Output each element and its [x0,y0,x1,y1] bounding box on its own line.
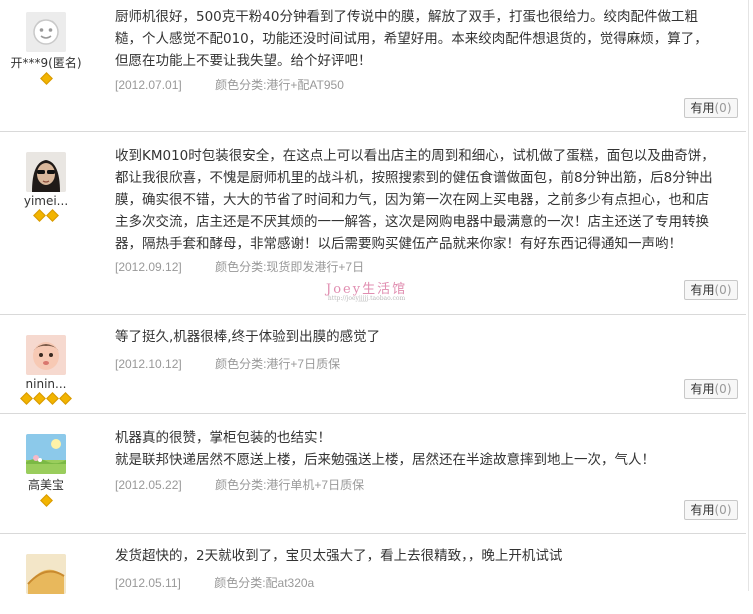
diamond-icon [39,72,53,85]
review-spec: 颜色分类:配at320a [214,576,315,590]
review-line: 都让我很欣喜，不愧是厨师机里的战斗机，按照搜索到的健伍食谱做面包，前8分钟出筋，… [115,170,713,186]
review-line: 厨师机很好，500克干粉40分钟看到了传说中的膜，解放了双手，打蛋也很给力。绞肉… [115,9,698,25]
watermark-url: http://joeyjjjjj.taobao.com [327,295,406,302]
diamond-icon [20,392,33,405]
reviewer-level [0,72,92,85]
useful-count: (0) [714,101,732,115]
diamond-icon [46,392,59,405]
reviewer-name: 高美宝 [27,478,64,492]
review-meta: [2012.07.01] 颜色分类:港行+配AT950 [115,76,344,93]
reviewer: yimei... [0,152,92,222]
review-line: 机器真的很赞，掌柜包装的也结实！ [115,430,331,446]
review-item: 发货超快的，2天就收到了，宝贝太强大了，看上去很精致，，晚上开机试试 [2012… [0,534,746,614]
review-spec: 颜色分类:现货即发港行+7日 [215,260,365,274]
review-date: [2012.10.12] [115,357,182,371]
review-line: 器，隔热手套和酵母，非常感谢！以后需要购买健伍产品就来你家！有好东西记得通知一声… [115,236,682,252]
watermark: Joey生活馆 http://joeyjjjjj.taobao.com [326,278,407,302]
review-meta: [2012.09.12] 颜色分类:现货即发港行+7日 [115,258,364,275]
review-line: 膜，确实很不错，大大的节省了时间和力气，因为第一次在网上买电器，之前多少有点担心… [115,192,709,208]
reviewer-name: yimei... [23,194,69,208]
diamond-icon [59,392,72,405]
useful-count: (0) [714,503,732,517]
reviewer-name: ninin... [25,377,67,391]
review-line: 糙，个人感觉不配010，功能还没时间试用，希望好用。本来绞肉配件想退货的，觉得麻… [115,31,708,47]
useful-count: (0) [714,382,732,396]
useful-button[interactable]: 有用(0) [684,98,738,118]
review-line: 收到KM010时包装很安全，在这点上可以看出店主的周到和细心，试机做了蛋糕，面包… [115,148,715,164]
review-date: [2012.05.11] [115,576,181,590]
review-date: [2012.05.22] [115,478,182,492]
review-line: 主多次交流，店主还是不厌其烦的一一解答，这次是网购电器中最满意的一次！店主还送了… [115,214,709,230]
useful-count: (0) [714,283,732,297]
review-spec: 颜色分类:港行+7日质保 [215,357,341,371]
useful-button[interactable]: 有用(0) [684,379,738,399]
default-face-icon[interactable] [26,12,66,52]
useful-button[interactable]: 有用(0) [684,280,738,300]
right-divider [748,0,749,591]
review-text: 机器真的很赞，掌柜包装的也结实！ 就是联邦快递居然不愿送上楼，后来勉强送上楼，居… [115,427,734,471]
useful-label: 有用 [690,283,715,297]
review-text: 等了挺久,机器很棒,终于体验到出膜的感觉了 [115,326,734,348]
review-spec: 颜色分类:港行+配AT950 [215,78,344,92]
review-text: 厨师机很好，500克干粉40分钟看到了传说中的膜，解放了双手，打蛋也很给力。绞肉… [115,6,734,72]
reviewer [0,554,92,594]
cake-avatar-icon[interactable] [26,554,66,594]
review-item: ninin... 等了挺久,机器很棒,终于体验到出膜的感觉了 [2012.10.… [0,315,746,414]
reviewer: ninin... [0,335,92,405]
review-item: 高美宝 机器真的很赞，掌柜包装的也结实！ 就是联邦快递居然不愿送上楼，后来勉强送… [0,414,746,534]
useful-label: 有用 [690,503,715,517]
review-meta: [2012.05.11] 颜色分类:配at320a [115,574,314,591]
review-spec: 颜色分类:港行单机+7日质保 [215,478,365,492]
review-item: 开***9(匿名) 厨师机很好，500克干粉40分钟看到了传说中的膜，解放了双手… [0,0,746,132]
reviewer-name: 开***9(匿名) [10,56,82,70]
woman-sunglasses-avatar-icon[interactable] [26,152,66,192]
review-text: 收到KM010时包装很安全，在这点上可以看出店主的周到和细心，试机做了蛋糕，面包… [115,145,734,255]
review-date: [2012.07.01] [115,78,182,92]
review-text: 发货超快的，2天就收到了，宝贝太强大了，看上去很精致，，晚上开机试试 [115,545,734,567]
useful-button[interactable]: 有用(0) [684,500,738,520]
review-line: 等了挺久,机器很棒,终于体验到出膜的感觉了 [115,329,381,345]
reviewer: 高美宝 [0,434,92,507]
diamond-icon [33,209,46,222]
reviewer-level [0,392,92,405]
reviewer-level [0,209,92,222]
review-meta: [2012.05.22] 颜色分类:港行单机+7日质保 [115,476,364,493]
baby-avatar-icon[interactable] [26,335,66,375]
review-date: [2012.09.12] [115,260,182,274]
landscape-avatar-icon[interactable] [26,434,66,474]
review-line: 发货超快的，2天就收到了，宝贝太强大了，看上去很精致，，晚上开机试试 [115,548,563,564]
review-line: 就是联邦快递居然不愿送上楼，后来勉强送上楼，居然还在半途故意摔到地上一次，气人！ [115,452,655,468]
review-line: 但愿在功能上不要让我失望。给个好评吧！ [115,53,372,69]
diamond-icon [46,209,59,222]
review-meta: [2012.10.12] 颜色分类:港行+7日质保 [115,355,340,372]
reviewer-level [0,494,92,507]
useful-label: 有用 [690,101,715,115]
useful-label: 有用 [690,382,715,396]
diamond-icon [33,392,46,405]
diamond-icon [39,494,53,507]
reviewer: 开***9(匿名) [0,12,92,85]
